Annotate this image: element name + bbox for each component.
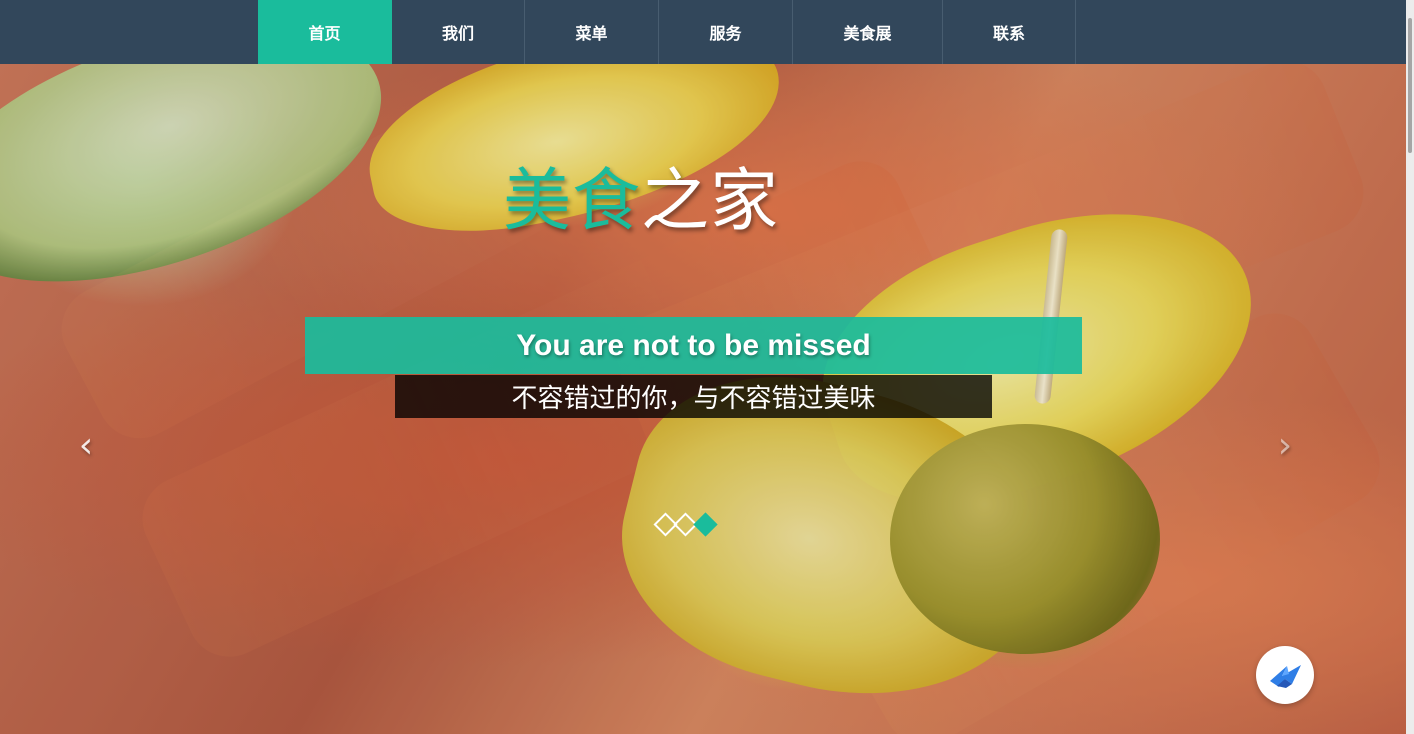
nav-menu[interactable]: 菜单 — [525, 0, 659, 64]
nav-menu-label: 菜单 — [575, 24, 608, 43]
hero-title-green-part: 美食 — [503, 162, 642, 241]
nav-list: 首页 我们 菜单 服务 美食展 联系 — [258, 0, 1076, 64]
chevron-left-icon: ‹ — [78, 425, 94, 466]
hero-title: 美食之家 — [503, 168, 779, 236]
nav-food-gallery-label: 美食展 — [843, 24, 892, 43]
hero-title-white-part: 之家 — [641, 162, 780, 241]
nav-about[interactable]: 我们 — [392, 0, 525, 64]
hero-subtitle-text: 不容错过的你，与不容错过美味 — [511, 384, 876, 414]
carousel-indicator-active[interactable] — [693, 512, 718, 537]
carousel-prev-button[interactable]: ‹ — [71, 428, 101, 464]
chevron-right-icon: › — [1277, 425, 1293, 466]
nav-contact[interactable]: 联系 — [943, 0, 1076, 64]
vertical-scrollbar-thumb[interactable] — [1408, 18, 1412, 153]
nav-about-label: 我们 — [441, 24, 474, 43]
food-image-olive — [890, 424, 1160, 654]
nav-home-label: 首页 — [308, 24, 341, 43]
nav-food-gallery[interactable]: 美食展 — [793, 0, 943, 64]
hero-carousel: 美食之家 You are not to be missed 不容错过的你，与不容… — [0, 64, 1406, 734]
hero-subtitle-banner: 不容错过的你，与不容错过美味 — [395, 375, 992, 418]
carousel-next-button[interactable]: › — [1270, 428, 1300, 464]
carousel-indicators — [653, 512, 718, 537]
nav-services[interactable]: 服务 — [659, 0, 793, 64]
hero-tagline-banner: You are not to be missed — [305, 317, 1082, 374]
page: 首页 我们 菜单 服务 美食展 联系 美食之家 You are not to b… — [0, 0, 1414, 734]
hero-tagline-text: You are not to be missed — [516, 328, 871, 362]
top-navigation: 首页 我们 菜单 服务 美食展 联系 — [0, 0, 1406, 64]
nav-services-label: 服务 — [709, 24, 742, 43]
floating-assistant-button[interactable] — [1256, 646, 1314, 704]
bird-icon — [1270, 665, 1301, 688]
nav-contact-label: 联系 — [992, 24, 1025, 43]
nav-home[interactable]: 首页 — [258, 0, 392, 64]
